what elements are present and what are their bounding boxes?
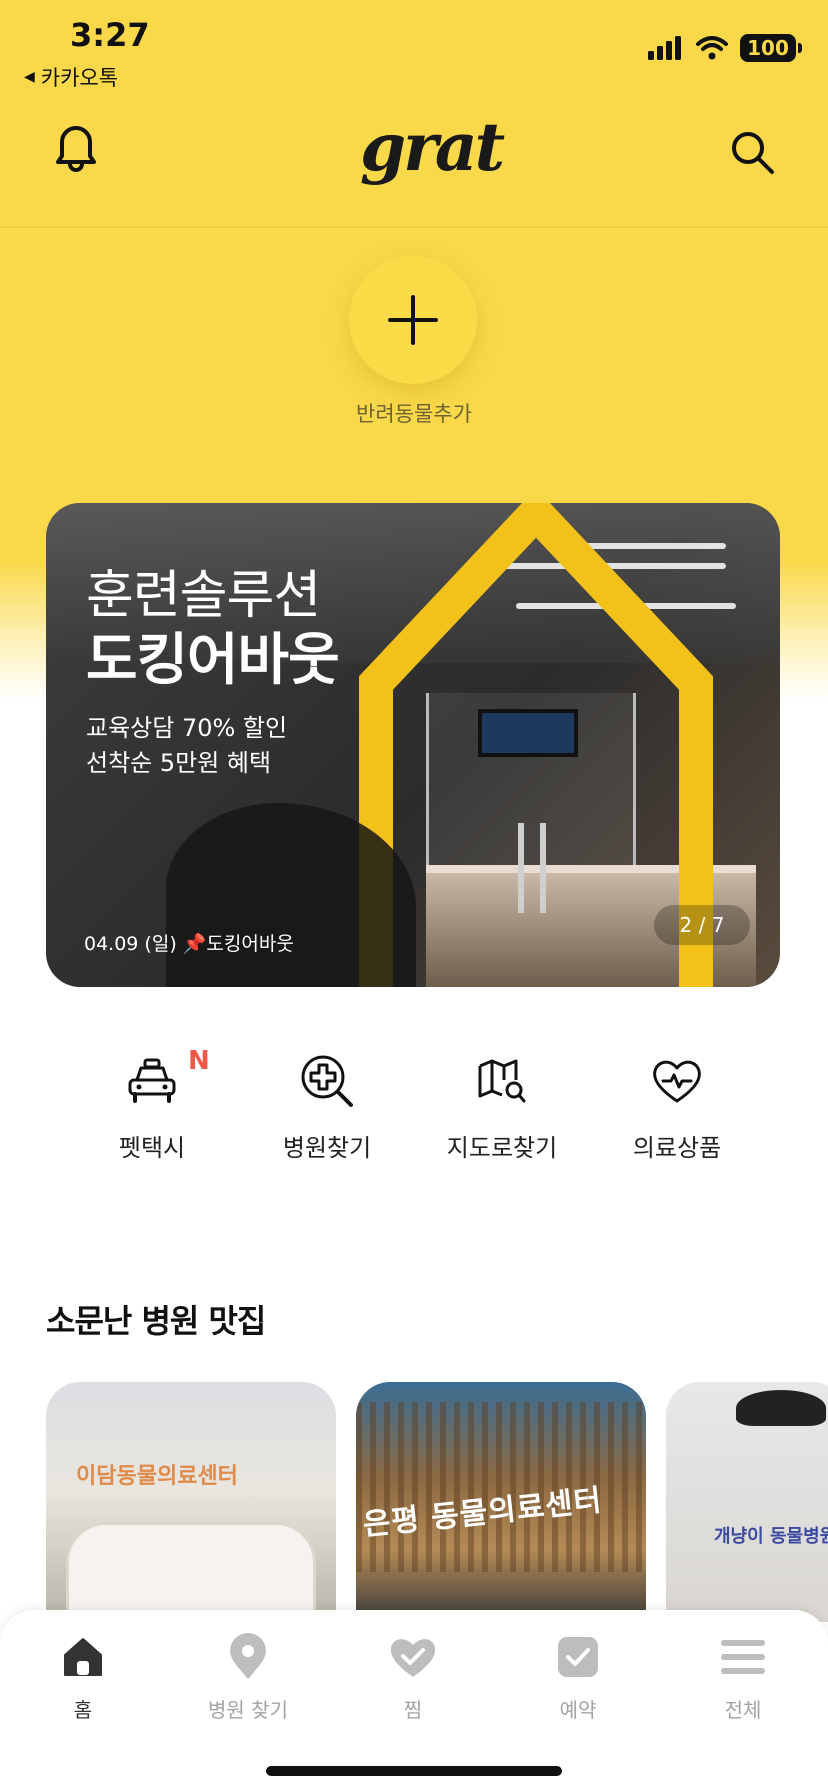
check-icon: [558, 1637, 598, 1677]
back-triangle-icon: ◀: [24, 69, 35, 85]
hospital-arch-window: [66, 1522, 316, 1622]
tab-label: 예약: [559, 1698, 597, 1722]
back-app-label: 카카오톡: [40, 66, 119, 90]
quick-menu-hospital-search[interactable]: 병원찾기: [257, 1050, 397, 1163]
battery-indicator: 100: [740, 34, 802, 62]
banner-subtitle-line2: 선착순 5만원 혜택: [86, 749, 272, 777]
quick-menu-medical-products[interactable]: 의료상품: [607, 1050, 747, 1163]
quick-menu-label: 의료상품: [632, 1134, 722, 1162]
location-pin-icon: [230, 1633, 266, 1679]
plus-icon: [388, 295, 438, 345]
tab-reservations[interactable]: 예약: [513, 1632, 643, 1723]
quick-menu-label: 병원찾기: [282, 1134, 372, 1162]
tab-all[interactable]: 전체: [678, 1632, 808, 1723]
add-pet-label: 반려동물추가: [356, 402, 472, 426]
hospital-card[interactable]: 은평 동물의료센터: [356, 1382, 646, 1622]
header-divider: [0, 226, 828, 228]
quick-menu-label: 펫택시: [118, 1134, 186, 1162]
tab-favorites[interactable]: 찜: [348, 1632, 478, 1723]
tab-label: 홈: [73, 1698, 93, 1722]
heart-icon: [390, 1639, 436, 1677]
quick-menu-map-search[interactable]: 지도로찾기: [432, 1050, 572, 1163]
cat-silhouette: [736, 1390, 826, 1426]
tab-label: 전체: [724, 1698, 762, 1722]
search-icon[interactable]: [728, 128, 776, 176]
hospital-sign: 개냥이 동물병원: [714, 1526, 828, 1547]
tab-label: 찜: [403, 1698, 423, 1722]
tab-home[interactable]: 홈: [18, 1632, 148, 1723]
status-time: 3:27: [70, 16, 150, 54]
hospital-card[interactable]: 개냥이 동물병원: [666, 1382, 828, 1622]
tab-label: 병원 찾기: [208, 1698, 288, 1722]
banner-title-line2: 도킹어바웃: [86, 628, 340, 693]
new-badge: N: [188, 1046, 210, 1076]
wifi-icon: [696, 36, 728, 60]
bell-icon[interactable]: [48, 118, 104, 172]
banner-page-indicator: 2 / 7: [654, 905, 750, 945]
banner-caption: 04.09 (일) 📌도킹어바웃: [84, 933, 294, 955]
heart-pulse-icon: [653, 1060, 701, 1103]
quick-menu-label: 지도로찾기: [446, 1134, 558, 1162]
add-pet-button[interactable]: [349, 256, 477, 384]
signal-icon: [648, 36, 681, 60]
banner-subtitle-line1: 교육상담 70% 할인: [86, 714, 288, 742]
taxi-icon: [128, 1058, 176, 1103]
promo-banner[interactable]: 훈련솔루션 도킹어바웃 교육상담 70% 할인 선착순 5만원 혜택 04.09…: [46, 503, 780, 987]
status-icons: 100: [648, 34, 802, 62]
hospital-card[interactable]: 이담동물의료센터: [46, 1382, 336, 1622]
section-title: 소문난 병원 맛집: [46, 1302, 266, 1340]
hospital-sign: 이담동물의료센터: [76, 1464, 238, 1489]
hospital-search-icon: [301, 1055, 353, 1107]
home-icon: [64, 1638, 102, 1676]
map-search-icon: [478, 1059, 526, 1103]
app-logo[interactable]: grat: [360, 108, 505, 186]
home-indicator: [266, 1766, 562, 1776]
back-to-app-link[interactable]: ◀ 카카오톡: [24, 62, 118, 92]
menu-icon: [721, 1640, 765, 1674]
tab-hospital-search[interactable]: 병원 찾기: [183, 1632, 313, 1723]
